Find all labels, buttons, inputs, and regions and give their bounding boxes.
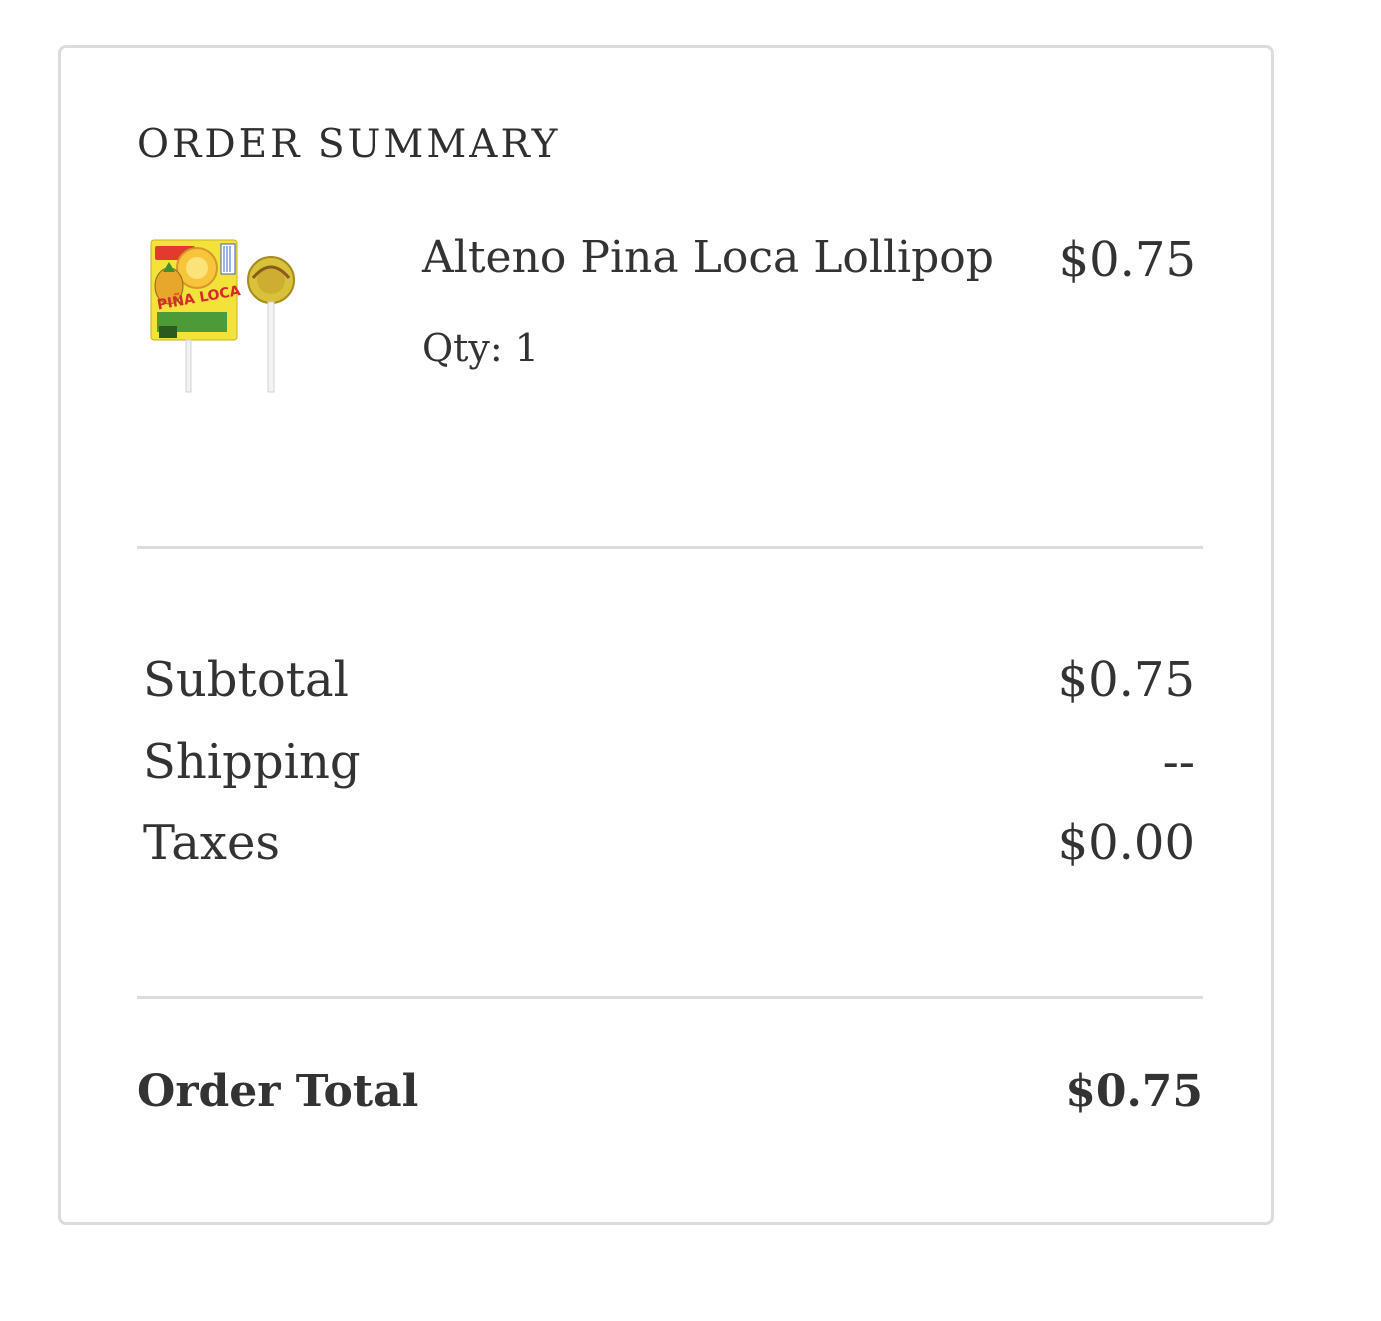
item-name[interactable]: Alteno Pina Loca Lollipop [422, 232, 994, 283]
taxes-label: Taxes [143, 815, 281, 871]
order-summary-card: ORDER SUMMARY PIÑA LOCA Alteno Pina Loca… [58, 45, 1274, 1225]
order-total-value: $0.75 [1065, 1066, 1203, 1117]
order-total-row: Order Total $0.75 [137, 1066, 1203, 1117]
item-quantity: Qty: 1 [422, 326, 539, 370]
divider [137, 996, 1203, 999]
item-price: $0.75 [1058, 232, 1196, 288]
shipping-row: Shipping -- [143, 734, 1195, 790]
shipping-label: Shipping [143, 734, 361, 790]
divider [137, 546, 1203, 549]
subtotal-label: Subtotal [143, 652, 349, 708]
shipping-value: -- [1162, 734, 1195, 790]
subtotal-value: $0.75 [1057, 652, 1195, 708]
order-summary-title: ORDER SUMMARY [137, 122, 561, 167]
taxes-value: $0.00 [1057, 815, 1195, 871]
order-total-label: Order Total [137, 1066, 419, 1117]
subtotal-row: Subtotal $0.75 [143, 652, 1195, 708]
taxes-row: Taxes $0.00 [143, 815, 1195, 871]
product-image[interactable]: PIÑA LOCA [149, 236, 304, 401]
lollipop-image-icon: PIÑA LOCA [150, 239, 295, 393]
